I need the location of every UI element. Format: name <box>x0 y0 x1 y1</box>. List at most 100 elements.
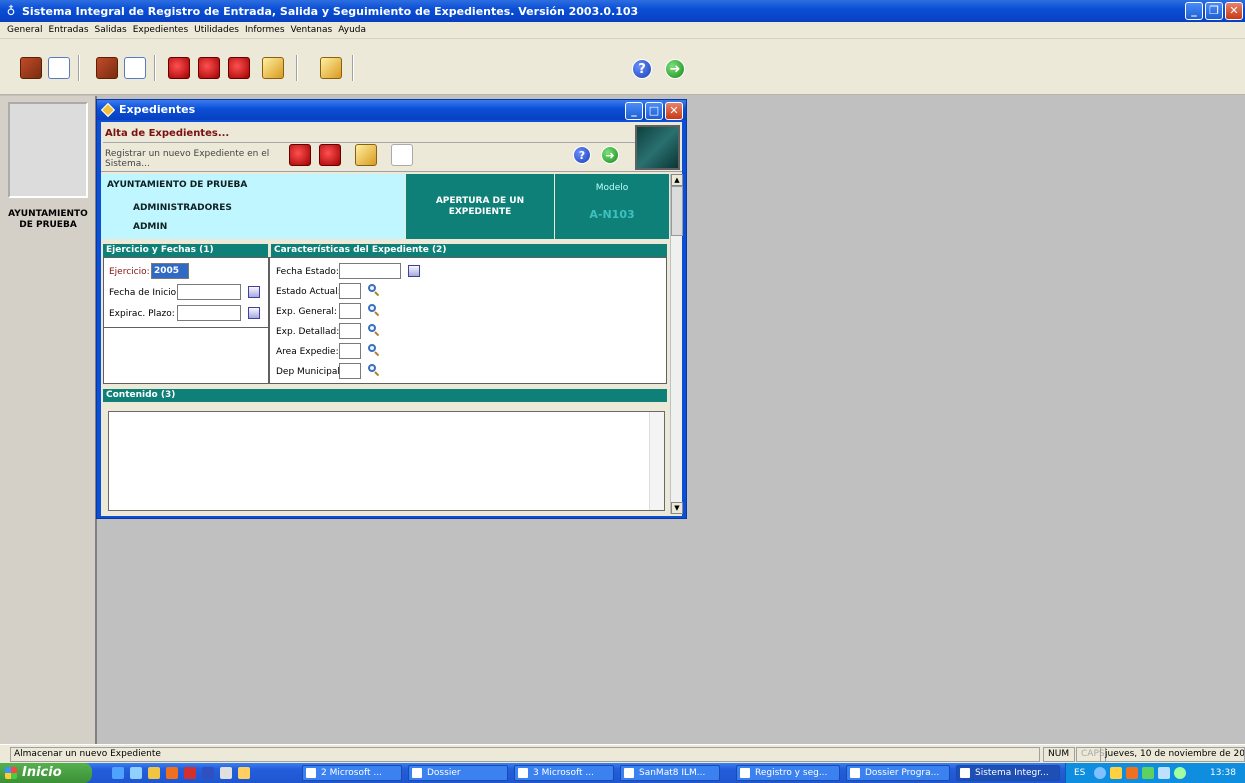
view-entry-icon[interactable] <box>48 57 70 79</box>
language-indicator[interactable]: ES <box>1074 763 1085 783</box>
search-icon[interactable] <box>368 344 380 357</box>
print-icon[interactable] <box>391 144 413 166</box>
dep-municipal-input[interactable] <box>339 363 361 379</box>
status-date: jueves, 10 de noviembre de 200 <box>1100 747 1245 762</box>
child-help-icon[interactable]: ? <box>573 146 591 164</box>
scroll-down-icon[interactable]: ▼ <box>671 502 683 514</box>
tray-app-icon[interactable] <box>1110 767 1122 779</box>
task-microsoft-1[interactable]: 2 Microsoft ... <box>302 765 402 781</box>
tray-security-icon[interactable] <box>1142 767 1154 779</box>
clock[interactable]: 13:38 <box>1210 763 1236 783</box>
toolbar-separator <box>296 55 298 81</box>
tray-network-icon[interactable] <box>1094 767 1106 779</box>
save-expediente-icon[interactable] <box>289 144 311 166</box>
tray-mail-icon[interactable] <box>1126 767 1138 779</box>
toolbar-separator <box>78 55 80 81</box>
child-maximize-button[interactable]: □ <box>645 102 663 120</box>
textarea-scrollbar[interactable] <box>649 412 664 510</box>
tray-wifi-icon[interactable] <box>1174 767 1186 779</box>
expirac-plazo-input[interactable] <box>177 305 241 321</box>
search-expediente-icon[interactable] <box>198 57 220 79</box>
user-name: ADMIN <box>133 222 168 232</box>
fecha-inicio-input[interactable] <box>177 284 241 300</box>
status-bar: Almacenar un nuevo Expediente NUM CAPS j… <box>0 744 1245 763</box>
org-label: AYUNTAMIENTO DE PRUEBA <box>8 209 88 230</box>
child-minimize-button[interactable]: _ <box>625 102 643 120</box>
attach-icon[interactable] <box>355 144 377 166</box>
quicklaunch-desktop-icon[interactable] <box>130 767 142 779</box>
restore-button[interactable]: ❐ <box>1205 2 1223 20</box>
new-entry-icon[interactable] <box>20 57 42 79</box>
expedientes-window: Expedientes _ □ ✕ Alta de Expedientes...… <box>96 99 687 519</box>
new-expediente-icon[interactable] <box>168 57 190 79</box>
system-tray: ES 13:38 <box>1065 763 1245 783</box>
expirac-plazo-label: Expirac. Plazo: <box>109 309 175 319</box>
task-registro[interactable]: Registro y seg... <box>736 765 840 781</box>
search-icon[interactable] <box>368 284 380 297</box>
divider <box>104 327 268 328</box>
close-button[interactable]: ✕ <box>1225 2 1243 20</box>
scroll-thumb[interactable] <box>671 186 683 236</box>
child-exit-icon[interactable]: ➜ <box>601 146 619 164</box>
exit-arrow-icon[interactable]: ➜ <box>665 59 685 79</box>
task-dossier-progra[interactable]: Dossier Progra... <box>846 765 950 781</box>
tray-volume-icon[interactable] <box>1158 767 1170 779</box>
save-document-icon[interactable] <box>319 144 341 166</box>
task-sanmat[interactable]: SanMat8 ILM... <box>620 765 720 781</box>
ejercicio-input[interactable]: 2005 <box>151 263 189 279</box>
quicklaunch-folder-icon[interactable] <box>148 767 160 779</box>
quicklaunch-tool-icon[interactable] <box>238 767 250 779</box>
tracking-expediente-icon[interactable] <box>228 57 250 79</box>
menu-expedientes[interactable]: Expedientes <box>130 25 191 35</box>
menu-entradas[interactable]: Entradas <box>45 25 91 35</box>
menu-utilidades[interactable]: Utilidades <box>191 25 242 35</box>
contenido-textarea[interactable] <box>108 411 665 511</box>
menu-salidas[interactable]: Salidas <box>92 25 130 35</box>
help-icon[interactable]: ? <box>632 59 652 79</box>
area-expedie-input[interactable] <box>339 343 361 359</box>
calendar-icon[interactable] <box>248 307 260 319</box>
search-icon[interactable] <box>368 304 380 317</box>
calendar-icon[interactable] <box>248 286 260 298</box>
form-scrollbar[interactable]: ▲ ▼ <box>670 174 683 514</box>
alta-panel: Alta de Expedientes... Registrar un nuev… <box>101 122 682 172</box>
task-dossier[interactable]: Dossier <box>408 765 508 781</box>
task-sistema-integral[interactable]: Sistema Integr... <box>956 765 1060 781</box>
toolbar-separator <box>154 55 156 81</box>
scroll-up-icon[interactable]: ▲ <box>671 174 683 186</box>
menu-ventanas[interactable]: Ventanas <box>288 25 336 35</box>
status-message: Almacenar un nuevo Expediente <box>10 747 1040 762</box>
fecha-estado-label: Fecha Estado: <box>276 267 339 277</box>
child-title-bar[interactable]: Expedientes <box>97 100 686 120</box>
task-icon <box>306 768 316 778</box>
query-icon[interactable] <box>262 57 284 79</box>
dep-municipal-label: Dep Municipal: <box>276 367 343 377</box>
model-thumbnail <box>635 125 680 170</box>
quicklaunch-outlook-icon[interactable] <box>166 767 178 779</box>
calendar-icon[interactable] <box>408 265 420 277</box>
estado-actual-input[interactable] <box>339 283 361 299</box>
quicklaunch-ie-icon[interactable] <box>112 767 124 779</box>
view-exit-icon[interactable] <box>124 57 146 79</box>
task-microsoft-2[interactable]: 3 Microsoft ... <box>514 765 614 781</box>
main-toolbar: ? ➜ <box>0 39 1245 95</box>
menu-ayuda[interactable]: Ayuda <box>335 25 369 35</box>
fecha-estado-input[interactable] <box>339 263 401 279</box>
exp-detallad-label: Exp. Detallad: <box>276 327 340 337</box>
exp-detallad-input[interactable] <box>339 323 361 339</box>
minimize-button[interactable]: _ <box>1185 2 1203 20</box>
menu-general[interactable]: General <box>4 25 45 35</box>
quicklaunch-word-icon[interactable] <box>202 767 214 779</box>
menu-informes[interactable]: Informes <box>242 25 288 35</box>
left-panel: AYUNTAMIENTO DE PRUEBA <box>0 96 96 744</box>
search-icon[interactable] <box>368 324 380 337</box>
utilities-icon[interactable] <box>320 57 342 79</box>
child-close-button[interactable]: ✕ <box>665 102 683 120</box>
start-button[interactable]: Inicio <box>0 763 92 783</box>
exp-general-input[interactable] <box>339 303 361 319</box>
quicklaunch-app-icon[interactable] <box>220 767 232 779</box>
new-exit-icon[interactable] <box>96 57 118 79</box>
quicklaunch-powerpoint-icon[interactable] <box>184 767 196 779</box>
search-icon[interactable] <box>368 364 380 377</box>
estado-actual-label: Estado Actual: <box>276 287 341 297</box>
